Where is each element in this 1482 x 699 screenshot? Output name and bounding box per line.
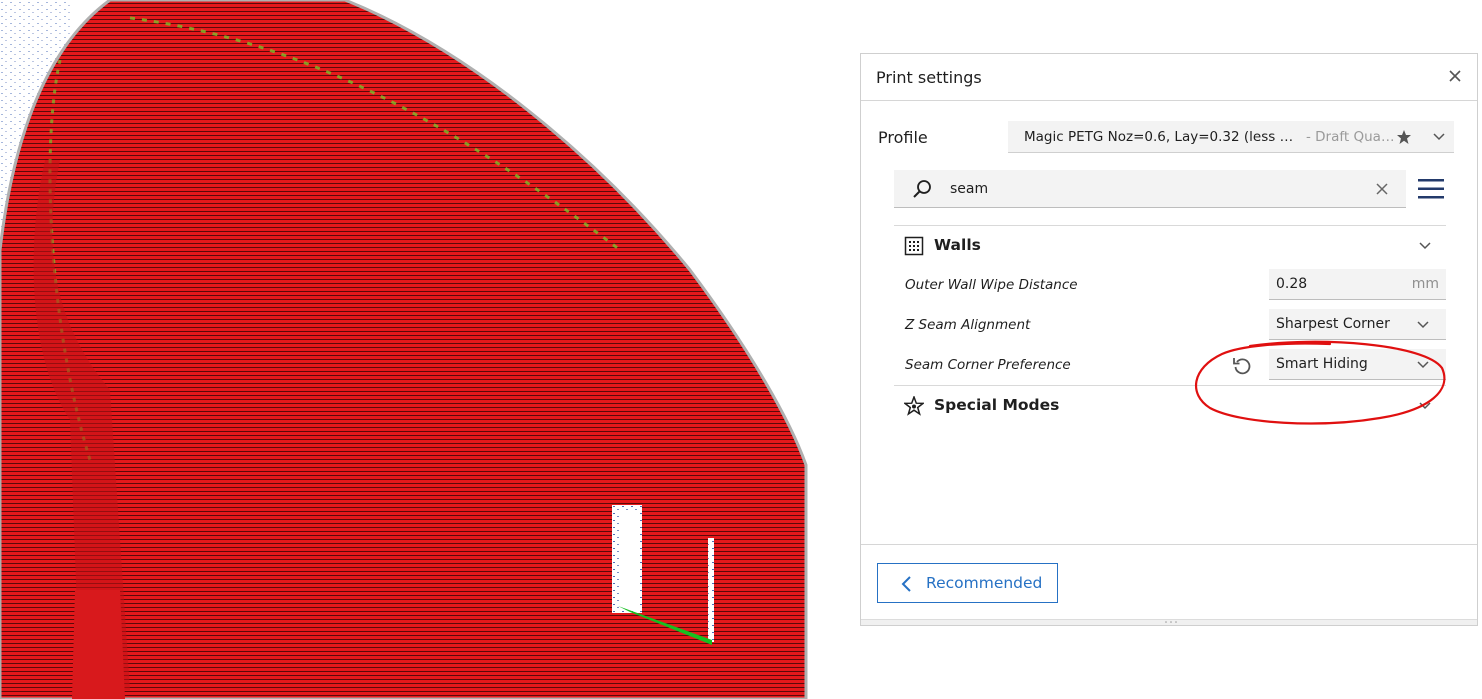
setting-outer-wall-wipe-distance: Outer Wall Wipe Distance 0.28 mm	[894, 268, 1446, 302]
profile-name: Magic PETG Noz=0.6, Lay=0.32 (less w...	[1024, 129, 1294, 145]
chevron-left-icon	[901, 576, 911, 592]
field-value: Smart Hiding	[1276, 356, 1368, 372]
field-value: 0.28	[1276, 276, 1308, 292]
special-modes-icon	[904, 396, 924, 416]
print-settings-panel: Print settings Profile Magic PETG Noz=0.…	[860, 53, 1478, 626]
chevron-down-icon	[1417, 321, 1429, 329]
profile-select[interactable]: Magic PETG Noz=0.6, Lay=0.32 (less w... …	[1008, 121, 1454, 153]
sliced-model-preview	[0, 0, 808, 699]
setting-z-seam-alignment: Z Seam Alignment Sharpest Corner	[894, 308, 1446, 342]
panel-footer-divider	[861, 544, 1477, 545]
chevron-down-icon	[1419, 402, 1431, 410]
setting-label: Outer Wall Wipe Distance	[905, 277, 1078, 293]
field-value: Sharpest Corner	[1276, 316, 1390, 332]
setting-seam-corner-preference: Seam Corner Preference Smart Hiding	[894, 348, 1446, 382]
category-special-modes[interactable]: Special Modes	[894, 386, 1446, 424]
clear-search-icon[interactable]	[1375, 182, 1389, 196]
chevron-down-icon	[1419, 242, 1431, 250]
search-box[interactable]	[894, 170, 1406, 208]
setting-label: Z Seam Alignment	[905, 317, 1031, 333]
field-unit: mm	[1411, 276, 1439, 292]
z-seam-alignment-select[interactable]: Sharpest Corner	[1269, 309, 1446, 340]
panel-title: Print settings	[876, 68, 982, 87]
settings-visibility-menu-icon[interactable]	[1417, 175, 1445, 203]
reset-icon[interactable]	[1231, 355, 1253, 377]
panel-header: Print settings	[861, 54, 1477, 101]
category-label: Walls	[934, 236, 981, 254]
recommended-button[interactable]: Recommended	[877, 563, 1058, 603]
seam-corner-preference-select[interactable]: Smart Hiding	[1269, 349, 1446, 380]
panel-resize-handle[interactable]	[861, 619, 1477, 625]
chevron-down-icon	[1433, 133, 1445, 141]
search-input[interactable]	[950, 178, 1350, 200]
outer-wall-wipe-distance-input[interactable]: 0.28 mm	[1269, 269, 1446, 300]
walls-icon	[904, 236, 924, 256]
3d-viewport[interactable]	[0, 0, 860, 699]
grip-icon	[1165, 621, 1177, 623]
profile-quality: - Draft Quality ...	[1306, 129, 1396, 145]
close-icon[interactable]	[1447, 68, 1463, 84]
recommended-label: Recommended	[926, 574, 1043, 592]
search-icon	[913, 180, 931, 198]
chevron-down-icon	[1417, 361, 1429, 369]
category-label: Special Modes	[934, 396, 1060, 414]
category-walls[interactable]: Walls	[894, 226, 1446, 264]
profile-label: Profile	[878, 128, 928, 147]
star-filled-icon[interactable]	[1396, 129, 1412, 145]
setting-label: Seam Corner Preference	[905, 357, 1071, 373]
